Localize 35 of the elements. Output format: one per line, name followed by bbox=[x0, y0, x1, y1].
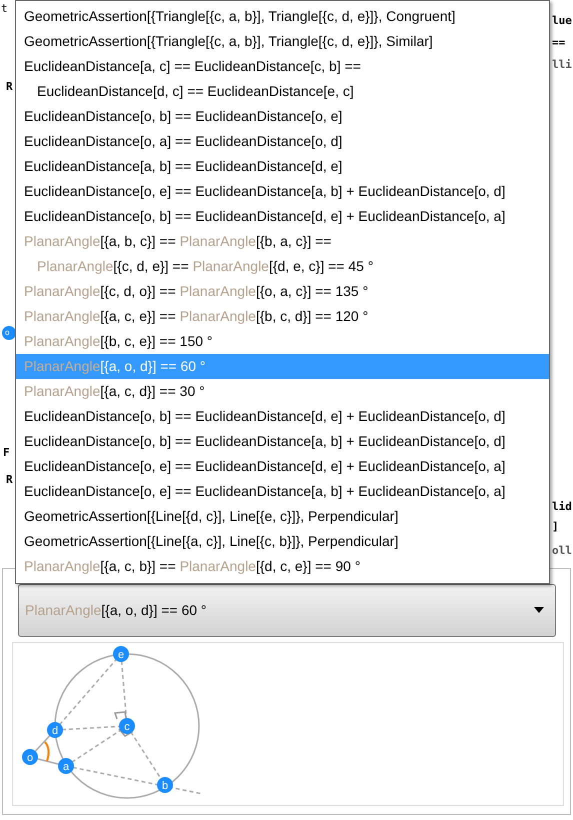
background-text: ] bbox=[552, 520, 559, 534]
menu-item[interactable]: PlanarAngle[{a, b, c}] == PlanarAngle[{b, a, c}] == PlanarAngle[{c, d, e}] == PlanarAngle[{d, e, c}] == 45 ° bbox=[16, 229, 549, 279]
point-label: o bbox=[5, 327, 10, 339]
menu-item[interactable]: EuclideanDistance[o, e] == EuclideanDistance[a, b] + EuclideanDistance[o, d] bbox=[16, 179, 549, 204]
menu-item[interactable]: EuclideanDistance[o, b] == EuclideanDistance[o, e] bbox=[16, 104, 549, 129]
menu-item[interactable]: GeometricAssertion[{Triangle[{c, a, b}], Triangle[{c, d, e}]}, Congruent] bbox=[16, 4, 549, 29]
background-text: == bbox=[552, 36, 566, 50]
background-text: oll bbox=[552, 544, 572, 558]
menu-item[interactable]: PlanarAngle[{a, c, e}] == PlanarAngle[{b, c, d}] == 120 ° bbox=[16, 304, 549, 329]
menu-item[interactable]: EuclideanDistance[o, b] == EuclideanDistance[d, e] + EuclideanDistance[o, d] bbox=[16, 404, 549, 429]
point-marker-icon bbox=[2, 326, 16, 340]
background-text: R bbox=[6, 473, 13, 487]
menu-item[interactable]: EuclideanDistance[o, e] == EuclideanDistance[a, b] + EuclideanDistance[o, a] bbox=[16, 479, 549, 504]
popup-value: PlanarAngle[{a, o, d}] == 60 ° bbox=[25, 601, 207, 620]
menu-item[interactable]: GeometricAssertion[{Triangle[{c, a, b}], Triangle[{c, d, e}]}, Similar] bbox=[16, 29, 549, 54]
background-text: R bbox=[6, 80, 13, 94]
menu-item[interactable]: PlanarAngle[{a, c, d}] == 30 ° bbox=[16, 379, 549, 404]
menu-item[interactable]: EuclideanDistance[o, b] == EuclideanDistance[d, e] + EuclideanDistance[o, a] bbox=[16, 204, 549, 229]
dropdown-arrow-icon bbox=[534, 607, 544, 613]
background-text: lid bbox=[552, 500, 572, 514]
menu-item[interactable]: EuclideanDistance[o, a] == EuclideanDistance[o, d] bbox=[16, 129, 549, 154]
background-text: lli bbox=[552, 58, 572, 72]
menu-item[interactable]: EuclideanDistance[o, b] == EuclideanDistance[a, b] + EuclideanDistance[o, d] bbox=[16, 429, 549, 454]
background-text: t bbox=[1, 2, 8, 16]
menu-item[interactable]: PlanarAngle[{c, d, o}] == PlanarAngle[{o, a, c}] == 135 ° bbox=[16, 279, 549, 304]
menu-item[interactable]: EuclideanDistance[o, e] == EuclideanDistance[d, e] + EuclideanDistance[o, a] bbox=[16, 454, 549, 479]
popup-menu-button[interactable]: PlanarAngle[{a, o, d}] == 60 ° bbox=[18, 584, 556, 637]
menu-item[interactable]: GeometricAssertion[{Line[{a, c}], Line[{c, b}]}, Perpendicular] bbox=[16, 529, 549, 554]
menu-item[interactable]: EuclideanDistance[a, c] == EuclideanDistance[c, b] == EuclideanDistance[d, c] == EuclideanDistance[e, c] bbox=[16, 54, 549, 104]
menu-item[interactable]: EuclideanDistance[a, b] == EuclideanDistance[d, e] bbox=[16, 154, 549, 179]
background-text: F bbox=[3, 446, 10, 460]
menu-item[interactable]: PlanarAngle[{a, c, b}] == PlanarAngle[{d, c, e}] == 90 ° bbox=[16, 554, 549, 579]
background-text: lue bbox=[552, 14, 572, 28]
menu-item[interactable]: PlanarAngle[{b, c, e}] == 150 ° bbox=[16, 329, 549, 354]
menu-item[interactable]: GeometricAssertion[{Line[{d, c}], Line[{e, c}]}, Perpendicular] bbox=[16, 504, 549, 529]
